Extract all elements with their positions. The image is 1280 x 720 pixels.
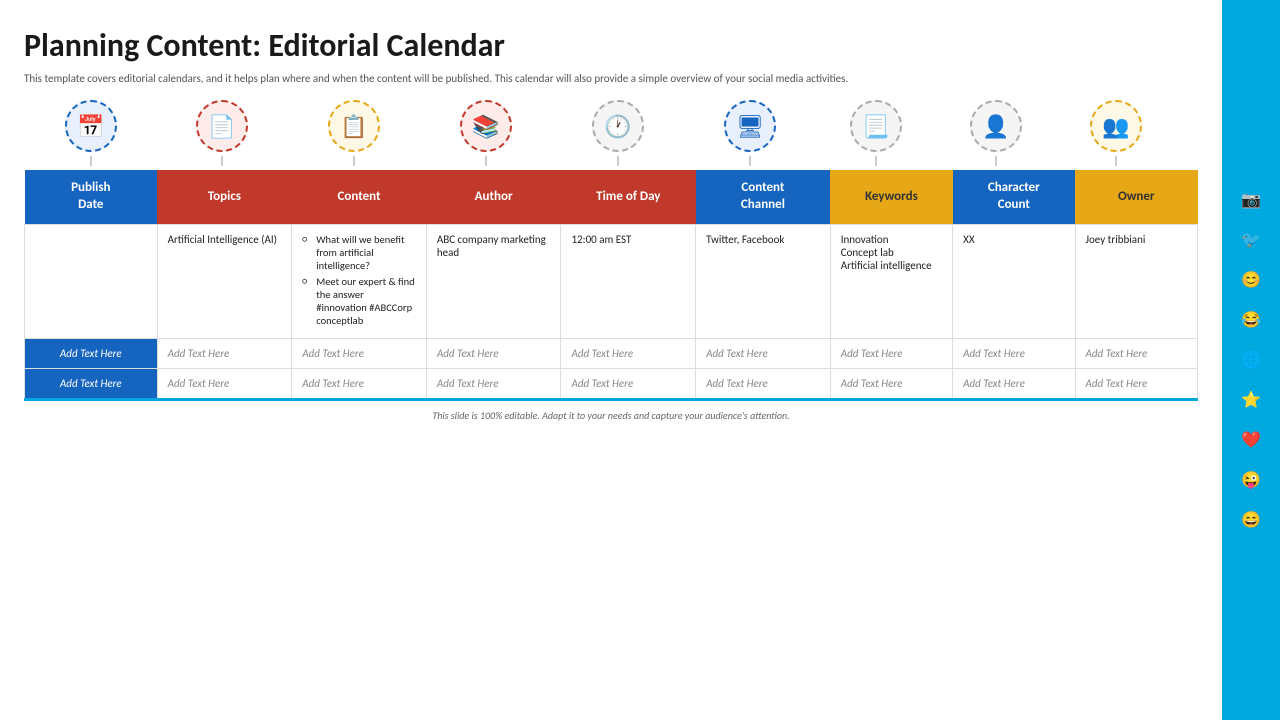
cell-charcount-1: XX xyxy=(953,225,1075,339)
cell-content-2: Add Text Here xyxy=(292,339,427,369)
social-icon-smile1: 😊 xyxy=(1237,266,1265,294)
social-icon-star: ⭐ xyxy=(1237,386,1265,414)
icon-channel: 🖥 xyxy=(684,100,816,170)
connector xyxy=(485,156,487,166)
connector xyxy=(875,156,877,166)
bullet-item: What will we benefit from artificial int… xyxy=(302,233,416,272)
keywords-icon: 📃 xyxy=(850,100,902,152)
table-row: Add Text Here Add Text Here Add Text Her… xyxy=(25,369,1198,400)
col-header-publish: PublishDate xyxy=(25,170,158,224)
connector xyxy=(995,156,997,166)
table-row: Add Text Here Add Text Here Add Text Her… xyxy=(25,339,1198,369)
col-header-topics: Topics xyxy=(157,170,292,224)
topics-icon: 📄 xyxy=(196,100,248,152)
cell-keywords-3: Add Text Here xyxy=(830,369,952,400)
icon-charcount: 👤 xyxy=(936,100,1056,170)
connector xyxy=(749,156,751,166)
right-panel: 📷 🐦 😊 😂 🌐 ⭐ ❤️ 😜 😄 xyxy=(1222,0,1280,720)
author-icon: 📚 xyxy=(460,100,512,152)
cell-channel-1: Twitter, Facebook xyxy=(696,225,831,339)
cell-time-3: Add Text Here xyxy=(561,369,696,400)
cell-publish-date-2: Add Text Here xyxy=(25,339,158,369)
table-header-row: PublishDate Topics Content Author Time o… xyxy=(25,170,1198,224)
main-content: Planning Content: Editorial Calendar Thi… xyxy=(0,8,1222,720)
page-subtitle: This template covers editorial calendars… xyxy=(24,71,1198,86)
content-icon: 📋 xyxy=(328,100,380,152)
charcount-icon: 👤 xyxy=(970,100,1022,152)
social-icon-wink: 😜 xyxy=(1237,466,1265,494)
social-icon-laugh: 😂 xyxy=(1237,306,1265,334)
icons-row: 📅 📄 📋 📚 🕐 🖥 📃 xyxy=(24,100,1198,170)
col-header-time: Time of Day xyxy=(561,170,696,224)
bullet-item: Meet our expert & find the answer #innov… xyxy=(302,275,416,327)
cell-owner-3: Add Text Here xyxy=(1075,369,1198,400)
cell-author-3: Add Text Here xyxy=(426,369,561,400)
cell-owner-1: Joey tribbiani xyxy=(1075,225,1198,339)
channel-icon: 🖥 xyxy=(724,100,776,152)
icon-author: 📚 xyxy=(420,100,552,170)
footer-note: This slide is 100% editable. Adapt it to… xyxy=(24,409,1198,422)
social-icon-twitter: 🐦 xyxy=(1237,226,1265,254)
owner-icon: 👥 xyxy=(1090,100,1142,152)
social-icon-instagram: 📷 xyxy=(1237,186,1265,214)
social-icon-heart: ❤️ xyxy=(1237,426,1265,454)
icon-keywords: 📃 xyxy=(816,100,936,170)
col-header-content: Content xyxy=(292,170,427,224)
icon-content: 📋 xyxy=(288,100,420,170)
col-header-keywords: Keywords xyxy=(830,170,952,224)
cell-author-1: ABC company marketing head xyxy=(426,225,561,339)
connector xyxy=(353,156,355,166)
cell-author-2: Add Text Here xyxy=(426,339,561,369)
cell-publish-date-1: Monday 27 January 20XX xyxy=(25,225,158,339)
icon-owner: 👥 xyxy=(1056,100,1176,170)
cell-publish-date-3: Add Text Here xyxy=(25,369,158,400)
icon-time: 🕐 xyxy=(552,100,684,170)
connector xyxy=(617,156,619,166)
social-icon-globe: 🌐 xyxy=(1237,346,1265,374)
page-title: Planning Content: Editorial Calendar xyxy=(24,26,1198,65)
table-row: Monday 27 January 20XX Artificial Intell… xyxy=(25,225,1198,339)
cell-content-1: What will we benefit from artificial int… xyxy=(292,225,427,339)
cell-topics-2: Add Text Here xyxy=(157,339,292,369)
cell-topics-1: Artificial Intelligence (AI) xyxy=(157,225,292,339)
cell-channel-2: Add Text Here xyxy=(696,339,831,369)
calendar-icon: 📅 xyxy=(65,100,117,152)
cell-time-2: Add Text Here xyxy=(561,339,696,369)
cell-charcount-3: Add Text Here xyxy=(953,369,1075,400)
cell-channel-3: Add Text Here xyxy=(696,369,831,400)
social-icon-smile2: 😄 xyxy=(1237,506,1265,534)
cell-charcount-2: Add Text Here xyxy=(953,339,1075,369)
content-bullet-list: What will we benefit from artificial int… xyxy=(302,233,416,327)
cell-content-3: Add Text Here xyxy=(292,369,427,400)
icon-publish-date: 📅 xyxy=(26,100,156,170)
cell-owner-2: Add Text Here xyxy=(1075,339,1198,369)
col-header-channel: ContentChannel xyxy=(696,170,831,224)
col-header-owner: Owner xyxy=(1075,170,1198,224)
connector xyxy=(1115,156,1117,166)
connector xyxy=(221,156,223,166)
cell-keywords-2: Add Text Here xyxy=(830,339,952,369)
time-icon: 🕐 xyxy=(592,100,644,152)
cell-time-1: 12:00 am EST xyxy=(561,225,696,339)
cell-topics-3: Add Text Here xyxy=(157,369,292,400)
connector xyxy=(90,156,92,166)
icon-topics: 📄 xyxy=(156,100,288,170)
col-header-author: Author xyxy=(426,170,561,224)
col-header-charcount: CharacterCount xyxy=(953,170,1075,224)
cell-keywords-1: Innovation Concept lab Artificial intell… xyxy=(830,225,952,339)
calendar-table: PublishDate Topics Content Author Time o… xyxy=(24,170,1198,401)
